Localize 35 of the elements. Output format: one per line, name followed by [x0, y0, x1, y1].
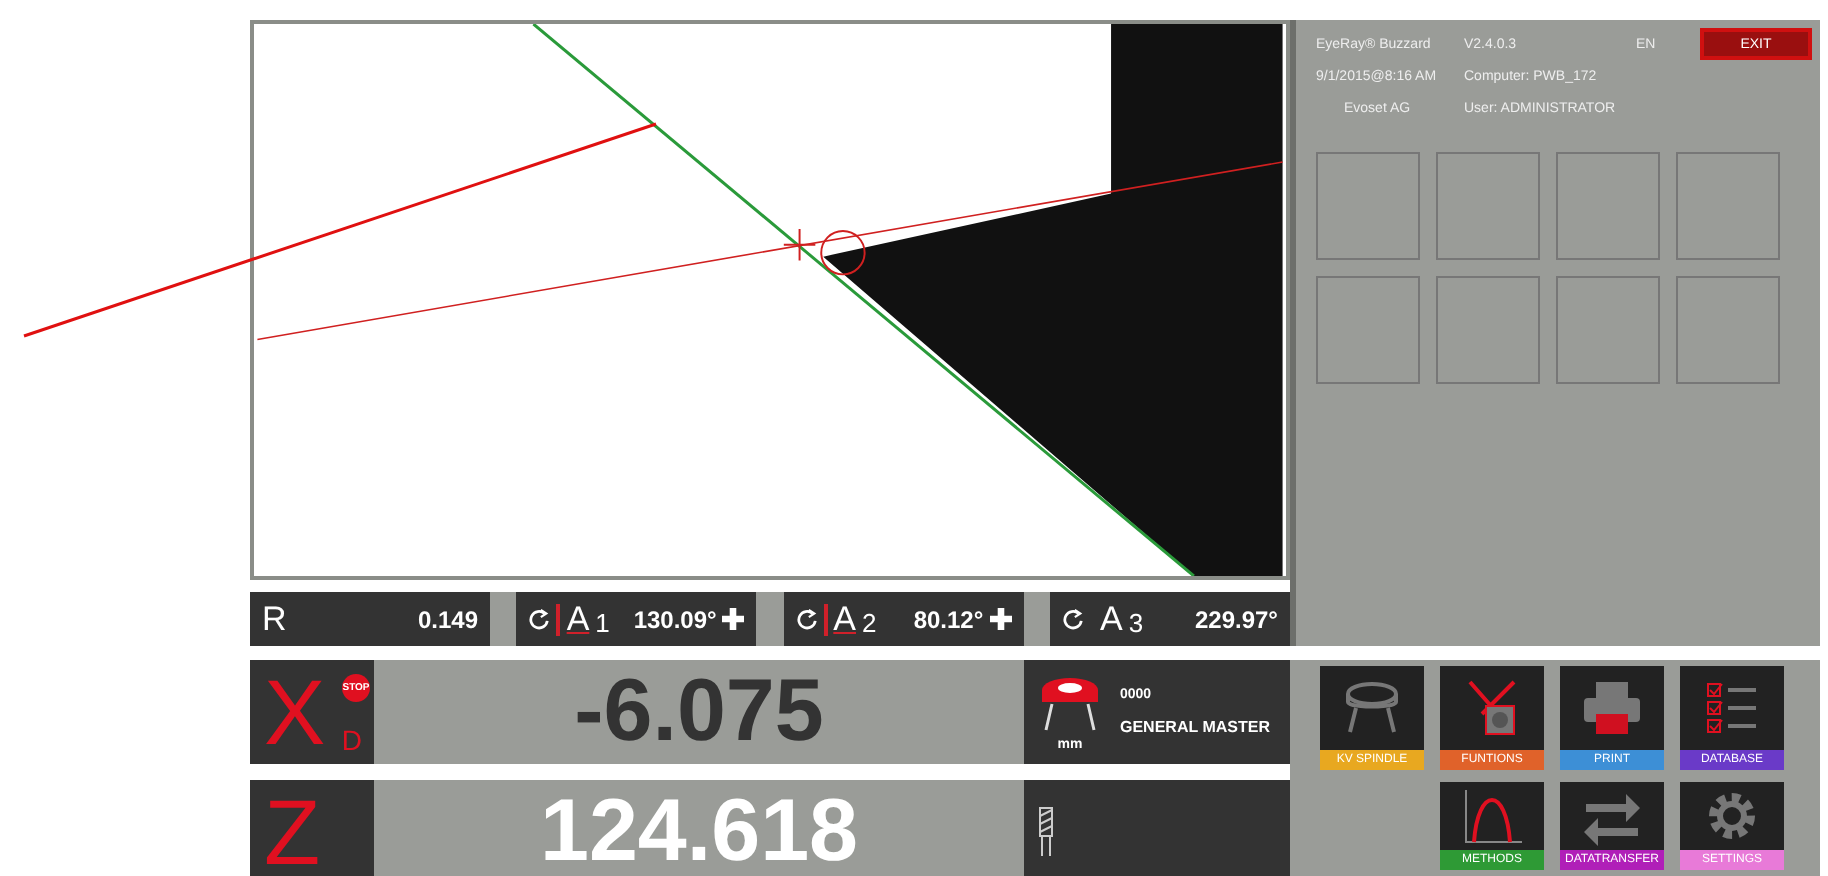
measure-index: 2 [862, 608, 877, 638]
measure-value: 130.09° [633, 605, 717, 633]
measure-symbol: R [262, 599, 287, 639]
tool-panel[interactable] [1024, 780, 1290, 876]
empty-slot[interactable] [1676, 276, 1780, 384]
plus-icon[interactable] [722, 608, 745, 630]
axis-subscript: D [341, 724, 362, 756]
empty-slot[interactable] [1436, 276, 1540, 384]
measure-symbol: A [566, 599, 590, 639]
empty-slot[interactable] [1556, 152, 1660, 260]
empty-slot[interactable] [1556, 276, 1660, 384]
plus-icon[interactable] [989, 608, 1012, 630]
measure-index: 1 [595, 608, 610, 638]
measure-value: 0.149 [417, 605, 478, 633]
rotate-icon [795, 608, 818, 630]
printer-icon [1578, 678, 1646, 738]
drill-bit-icon [1036, 806, 1056, 858]
spindle-icon [1036, 673, 1104, 733]
measure-value: 229.97° [1194, 605, 1278, 633]
rotate-icon [1061, 608, 1084, 630]
measure-symbol: A [833, 599, 856, 639]
measure-symbol: A [1099, 599, 1123, 639]
axis-letter: X [264, 666, 326, 758]
axis-letter: Z [264, 786, 321, 876]
axis-value: -6.075 [374, 660, 1024, 764]
empty-slot[interactable] [1436, 152, 1540, 260]
rotate-icon [528, 608, 551, 630]
empty-slot[interactable] [1676, 152, 1780, 260]
empty-slot[interactable] [1316, 152, 1420, 260]
tool-name: GENERAL MASTER [1120, 718, 1270, 736]
measure-index: 3 [1128, 608, 1144, 638]
axis-value: 124.618 [374, 780, 1024, 876]
axis-tile[interactable]: Z [250, 780, 374, 876]
empty-slot[interactable] [1316, 276, 1420, 384]
measure-value: 80.12° [913, 605, 984, 633]
